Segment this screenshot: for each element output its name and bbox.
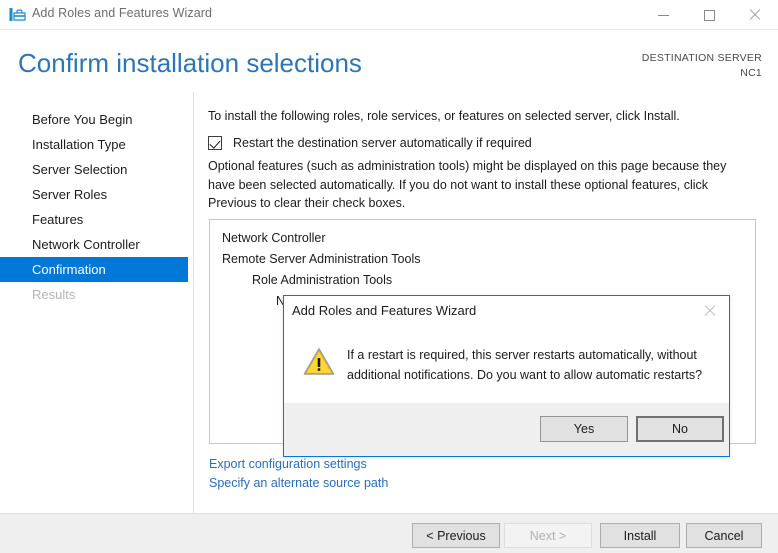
- wizard-nav-sidebar: Before You Begin Installation Type Serve…: [0, 92, 194, 513]
- list-item: Role Administration Tools: [252, 273, 393, 287]
- dialog-footer: Yes No: [284, 403, 729, 456]
- restart-checkbox[interactable]: [208, 136, 222, 150]
- optional-features-note: Optional features (such as administratio…: [208, 159, 727, 210]
- dialog-message: If a restart is required, this server re…: [347, 348, 703, 382]
- close-button[interactable]: [732, 0, 778, 30]
- warning-triangle-icon: [303, 347, 335, 381]
- sidebar-item-server-selection[interactable]: Server Selection: [0, 157, 193, 182]
- sidebar-item-server-roles[interactable]: Server Roles: [0, 182, 193, 207]
- close-icon: [704, 305, 716, 317]
- window-title: Add Roles and Features Wizard: [32, 6, 213, 20]
- restart-checkbox-row[interactable]: Restart the destination server automatic…: [208, 136, 532, 150]
- install-button[interactable]: Install: [600, 523, 680, 548]
- dialog-yes-button[interactable]: Yes: [540, 416, 628, 442]
- list-item: Network Controller: [222, 231, 326, 245]
- maximize-button[interactable]: [686, 0, 732, 30]
- cancel-button[interactable]: Cancel: [686, 523, 762, 548]
- sidebar-item-before-you-begin[interactable]: Before You Begin: [0, 107, 193, 132]
- dialog-body: If a restart is required, this server re…: [284, 327, 729, 404]
- sidebar-item-features[interactable]: Features: [0, 207, 193, 232]
- minimize-icon: [657, 15, 669, 16]
- wizard-toolbox-icon: [9, 7, 26, 23]
- list-item: Remote Server Administration Tools: [222, 252, 421, 266]
- sidebar-item-installation-type[interactable]: Installation Type: [0, 132, 193, 157]
- intro-text: To install the following roles, role ser…: [208, 109, 680, 123]
- dialog-titlebar: Add Roles and Features Wizard: [284, 296, 729, 327]
- next-button: Next >: [504, 523, 592, 548]
- maximize-icon: [703, 9, 715, 21]
- confirm-restart-dialog: Add Roles and Features Wizard If a resta…: [283, 295, 730, 457]
- restart-checkbox-label: Restart the destination server automatic…: [233, 136, 532, 150]
- page-title: Confirm installation selections: [18, 48, 362, 78]
- dialog-title: Add Roles and Features Wizard: [292, 303, 477, 318]
- specify-alternate-source-path-link[interactable]: Specify an alternate source path: [209, 474, 388, 493]
- destination-server-label: DESTINATION SERVER: [641, 52, 762, 64]
- destination-server-value: NC1: [740, 67, 762, 79]
- window-titlebar: Add Roles and Features Wizard: [0, 0, 778, 30]
- sidebar-item-confirmation[interactable]: Confirmation: [0, 257, 188, 282]
- destination-server: DESTINATION SERVER NC1: [642, 51, 762, 81]
- sidebar-item-results: Results: [32, 287, 76, 302]
- helper-links: Export configuration settings Specify an…: [209, 455, 388, 493]
- sidebar-item-network-controller[interactable]: Network Controller: [0, 232, 193, 257]
- export-configuration-settings-link[interactable]: Export configuration settings: [209, 455, 388, 474]
- dialog-close-button[interactable]: [693, 298, 727, 324]
- dialog-no-button[interactable]: No: [636, 416, 724, 442]
- minimize-button[interactable]: [640, 0, 686, 30]
- wizard-window: Add Roles and Features Wizard Confirm in…: [0, 0, 778, 553]
- previous-button[interactable]: < Previous: [412, 523, 500, 548]
- close-icon: [749, 9, 761, 21]
